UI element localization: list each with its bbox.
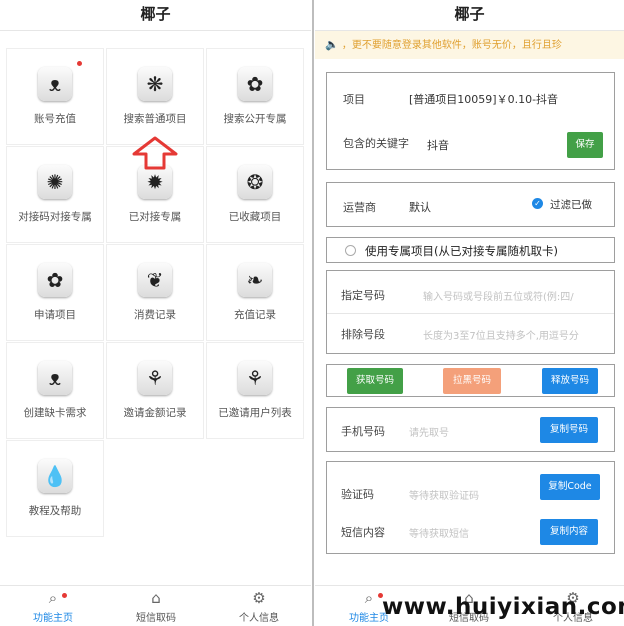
sunflower-icon: ✹	[138, 165, 172, 199]
menu-item[interactable]: ✿ 搜索公开专属	[206, 48, 304, 145]
chrysanthemum-icon: ✺	[38, 165, 72, 199]
exclusive-option[interactable]: 使用专属项目(从已对接专属随机取卡)	[326, 237, 615, 263]
operator-select[interactable]: 默认	[409, 199, 431, 215]
get-number-button[interactable]: 获取号码	[347, 368, 403, 394]
divider	[327, 313, 614, 314]
filter-label: 过滤已做	[550, 199, 592, 211]
copy-number-button[interactable]: 复制号码	[540, 417, 598, 443]
code-field[interactable]: 等待获取验证码	[409, 487, 479, 502]
notification-dot	[62, 593, 67, 598]
blossom-icon: ✿	[38, 263, 72, 297]
save-button[interactable]: 保存	[567, 132, 603, 158]
project-value[interactable]: [普通项目10059]￥0.10-抖音	[409, 91, 558, 107]
operator-card: 运营商 默认 ✓ 过滤已做	[326, 182, 615, 227]
keyword-label: 包含的关键字	[343, 137, 409, 150]
menu-item[interactable]: ❂ 已收藏项目	[206, 146, 304, 243]
nav-label: 个人信息	[239, 613, 279, 624]
menu-item[interactable]: ᴥ 创建缺卡需求	[6, 342, 104, 439]
blacklist-button[interactable]: 拉黑号码	[443, 368, 501, 394]
watermark-text: www.huiyixian.com	[382, 594, 624, 620]
vine-icon: ❦	[138, 263, 172, 297]
menu-item[interactable]: ᴥ 账号充值	[6, 48, 104, 145]
release-number-button[interactable]: 释放号码	[542, 368, 598, 394]
page-title: 椰子	[315, 0, 624, 31]
notification-dot	[77, 61, 82, 66]
menu-item-label: 已邀请用户列表	[218, 407, 292, 419]
phone-field[interactable]: 请先取号	[409, 424, 449, 439]
operator-label: 运营商	[343, 201, 376, 214]
action-card: 获取号码 拉黑号码 释放号码	[326, 364, 615, 397]
flower-icon: ✿	[238, 67, 272, 101]
number-filter-card: 指定号码 输入号码或号段前五位或符(例:四/ 排除号段 长度为3至7位且支持多个…	[326, 270, 615, 354]
menu-item-label: 创建缺卡需求	[23, 407, 87, 419]
search-icon: ⌕	[48, 589, 58, 607]
exclusive-radio[interactable]	[345, 245, 356, 256]
menu-item[interactable]: ✿ 申请项目	[6, 244, 104, 341]
menu-item[interactable]: ❦ 消费记录	[106, 244, 204, 341]
tulip-icon: ⚘	[238, 361, 272, 395]
menu-item-label: 申请项目	[34, 309, 76, 321]
menu-item-label: 充值记录	[234, 309, 276, 321]
filter-checkbox[interactable]: ✓	[532, 198, 543, 209]
menu-item-label: 消费记录	[134, 309, 176, 321]
copy-content-button[interactable]: 复制内容	[540, 519, 598, 545]
exclude-label: 排除号段	[341, 328, 385, 341]
menu-item[interactable]: ⚘ 已邀请用户列表	[206, 342, 304, 439]
daisy-icon: ❋	[138, 67, 172, 101]
exclude-input[interactable]: 长度为3至7位且支持多个,用逗号分	[423, 327, 608, 342]
menu-item[interactable]: ❧ 充值记录	[206, 244, 304, 341]
panel-divider	[312, 0, 314, 626]
project-label: 项目	[343, 93, 365, 106]
menu-item[interactable]: ⚘ 邀请金额记录	[106, 342, 204, 439]
notice-text: ，更不要随意登录其他软件，账号无价，且行且珍	[341, 40, 562, 51]
keyword-input[interactable]: 抖音	[427, 137, 449, 153]
snail-plant-icon: ❧	[238, 263, 272, 297]
menu-item-label: 邀请金额记录	[123, 407, 187, 419]
speaker-icon: 🔈	[325, 38, 339, 51]
copy-code-button[interactable]: 复制Code	[540, 474, 600, 500]
left-screen: 椰子 ᴥ 账号充值 ❋ 搜索普通项目 ✿ 搜索公开专属 ✺ 对接码对接专属 ✹ 已对接专属 ❂ 已收藏…	[0, 0, 311, 626]
up-arrow-annotation	[132, 136, 178, 170]
menu-item-label: 搜索普通项目	[123, 113, 187, 125]
ring-flower-icon: ❂	[238, 165, 272, 199]
menu-item-label: 已对接专属	[128, 211, 182, 223]
home-icon: ⌂	[151, 589, 161, 607]
menu-item-label: 账号充值	[34, 113, 76, 125]
menu-item-label: 搜索公开专属	[223, 113, 287, 125]
notice-bar: 🔈 ，更不要随意登录其他软件，账号无价，且行且珍	[315, 31, 624, 59]
menu-item[interactable]: 💧 教程及帮助	[6, 440, 104, 537]
right-screen: 椰子 🔈 ，更不要随意登录其他软件，账号无价，且行且珍 项目 [普通项目1005…	[315, 0, 624, 626]
phone-label: 手机号码	[341, 425, 385, 438]
nav-label: 功能主页	[33, 613, 73, 624]
page-title: 椰子	[0, 0, 311, 31]
specify-input[interactable]: 输入号码或号段前五位或符(例:四/	[423, 288, 608, 303]
code-label: 验证码	[341, 488, 374, 501]
project-card: 项目 [普通项目10059]￥0.10-抖音 包含的关键字 抖音 保存	[326, 72, 615, 170]
bottom-nav: ⌕ 功能主页 ⌂ 短信取码 ⚙ 个人信息	[0, 585, 311, 626]
menu-item-label: 教程及帮助	[28, 505, 82, 517]
menu-item-label: 对接码对接专属	[18, 211, 92, 223]
menu-item[interactable]: ❋ 搜索普通项目	[106, 48, 204, 145]
sms-label: 短信内容	[341, 526, 385, 539]
nav-label: 短信取码	[136, 613, 176, 624]
menu-item-label: 已收藏项目	[228, 211, 282, 223]
grass-icon: ᴥ	[38, 67, 72, 101]
exclusive-label: 使用专属项目(从已对接专属随机取卡)	[365, 244, 558, 258]
nav-sms-tab[interactable]: ⌂ 短信取码	[106, 590, 206, 624]
menu-item[interactable]: ✺ 对接码对接专属	[6, 146, 104, 243]
specify-label: 指定号码	[341, 289, 385, 302]
phone-card: 手机号码 请先取号 复制号码	[326, 407, 615, 452]
vase-flower-icon: ⚘	[138, 361, 172, 395]
gear-icon: ⚙	[252, 589, 266, 607]
nav-home-tab[interactable]: ⌕ 功能主页	[3, 590, 103, 624]
grass-icon: ᴥ	[38, 361, 72, 395]
nav-profile-tab[interactable]: ⚙ 个人信息	[209, 590, 309, 624]
sms-card: 验证码 等待获取验证码 复制Code 短信内容 等待获取短信 复制内容	[326, 461, 615, 554]
sms-field[interactable]: 等待获取短信	[409, 525, 469, 540]
water-drop-icon: 💧	[38, 459, 72, 493]
